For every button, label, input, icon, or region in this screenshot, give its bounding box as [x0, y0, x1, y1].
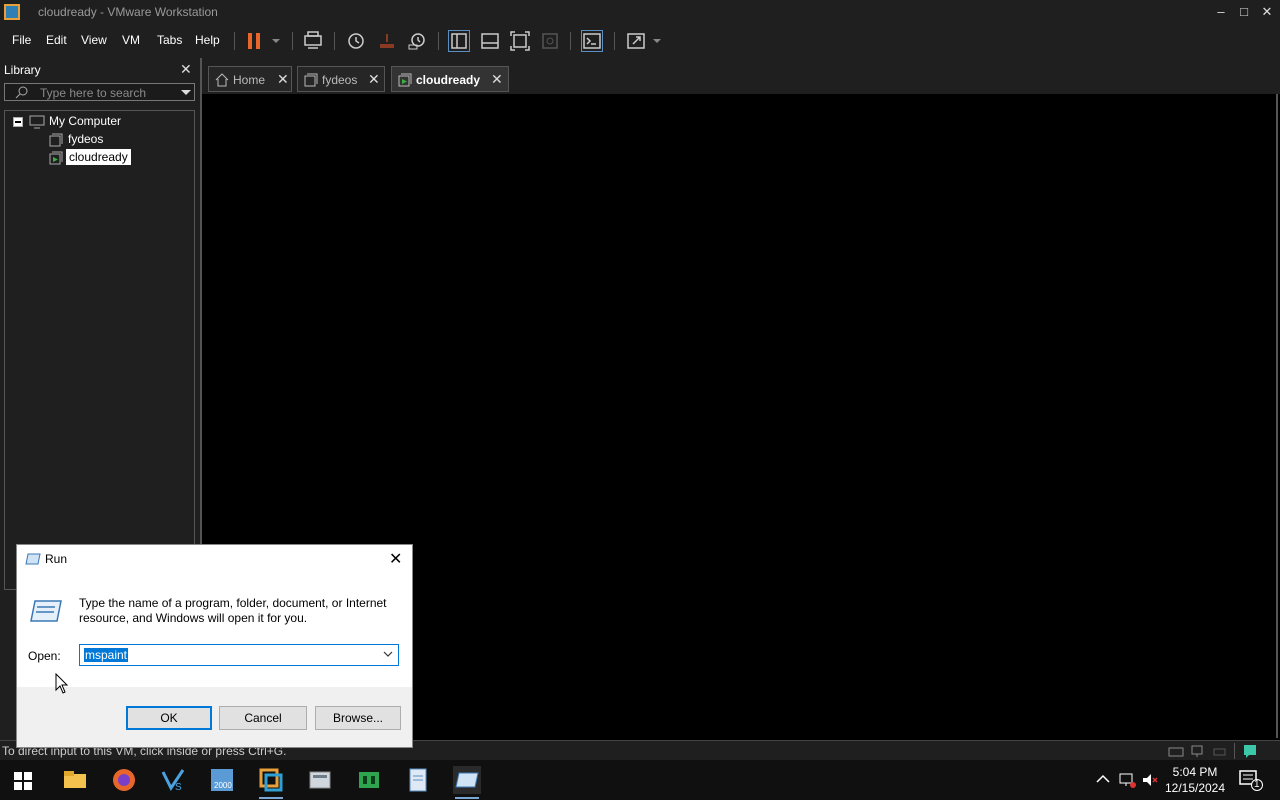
chevron-up-icon[interactable]	[1096, 774, 1110, 784]
home-icon	[215, 73, 229, 87]
stretch-icon[interactable]	[625, 30, 647, 52]
tab-fydeos[interactable]: fydeos ✕	[297, 66, 385, 92]
chevron-down-icon[interactable]	[181, 89, 191, 97]
toolbar-separator	[570, 32, 571, 50]
vm-running-icon	[398, 73, 412, 87]
collapse-icon[interactable]	[13, 117, 23, 127]
windows-start-icon[interactable]	[14, 772, 32, 790]
send-keys-icon[interactable]	[302, 30, 324, 52]
clock[interactable]: 5:04 PM 12/15/2024	[1160, 764, 1230, 796]
computer-icon	[29, 115, 45, 129]
thumbnail-bar-icon[interactable]	[479, 30, 501, 52]
network-status-icon[interactable]	[1118, 771, 1136, 789]
close-icon[interactable]: ✕	[180, 61, 192, 78]
run-description: Type the name of a program, folder, docu…	[79, 596, 387, 625]
close-button[interactable]: ✕	[1256, 2, 1278, 22]
tab-home[interactable]: Home ✕	[208, 66, 292, 92]
notepad-icon[interactable]	[404, 766, 432, 794]
chevron-down-icon[interactable]	[647, 30, 669, 52]
open-input-value[interactable]: mspaint	[84, 648, 129, 662]
browse-button[interactable]: Browse...	[315, 706, 401, 730]
close-icon[interactable]: ✕	[277, 71, 289, 88]
revert-snapshot-icon[interactable]	[376, 30, 398, 52]
close-icon[interactable]: ✕	[491, 71, 503, 88]
tab-strip: Home ✕ fydeos ✕ cloudready ✕	[200, 58, 1280, 94]
snapshot-manager-icon[interactable]	[406, 30, 428, 52]
run-dialog: Run ✕ Type the name of a program, folder…	[16, 544, 413, 748]
menu-toolbar: File Edit View VM Tabs Help	[0, 24, 1280, 58]
run-small-icon	[25, 553, 41, 565]
open-combobox[interactable]: mspaint	[79, 644, 399, 666]
ok-button[interactable]: OK	[126, 706, 212, 730]
pause-icon[interactable]	[244, 30, 266, 52]
vm-running-icon	[49, 151, 63, 165]
message-log-icon[interactable]	[1242, 743, 1258, 759]
menu-tabs[interactable]: Tabs	[157, 33, 182, 47]
toolbar-separator	[334, 32, 335, 50]
vmware-logo-icon	[4, 4, 20, 20]
tree-item-cloudready[interactable]: cloudready	[66, 149, 131, 165]
run-icon	[30, 600, 62, 622]
run-taskbar-icon[interactable]	[453, 766, 481, 799]
notification-count-badge: 1	[1251, 779, 1263, 791]
file-explorer-icon[interactable]	[61, 766, 89, 794]
visual-studio-icon[interactable]: S	[159, 766, 187, 794]
close-icon[interactable]: ✕	[368, 71, 380, 88]
library-title: Library	[4, 63, 41, 77]
window-title: cloudready - VMware Workstation	[38, 5, 218, 19]
tab-cloudready[interactable]: cloudready ✕	[391, 66, 509, 92]
hard-disk-icon[interactable]	[1168, 744, 1184, 758]
full-screen-icon[interactable]	[509, 30, 531, 52]
library-tree: My Computer fydeos cloudready	[4, 110, 195, 590]
clock-date: 12/15/2024	[1164, 781, 1226, 795]
toolbar-separator	[614, 32, 615, 50]
run-body	[17, 573, 412, 687]
green-app-icon[interactable]	[355, 766, 383, 794]
menu-vm[interactable]: VM	[122, 33, 140, 47]
title-bar: cloudready - VMware Workstation – □ ✕	[0, 0, 1280, 24]
toolbar-separator	[234, 32, 235, 50]
menu-edit[interactable]: Edit	[46, 33, 67, 47]
menu-help[interactable]: Help	[195, 33, 220, 47]
mouse-cursor-icon	[55, 673, 69, 694]
show-library-icon[interactable]	[448, 30, 470, 52]
search-icon	[15, 86, 28, 99]
close-icon[interactable]: ✕	[389, 549, 402, 569]
network-icon[interactable]	[1190, 744, 1206, 758]
menu-file[interactable]: File	[12, 33, 31, 47]
run-title-bar	[17, 545, 412, 573]
minimize-button[interactable]: –	[1210, 2, 1232, 22]
cancel-button[interactable]: Cancel	[219, 706, 307, 730]
toolbar-separator	[292, 32, 293, 50]
chevron-down-icon[interactable]	[382, 647, 394, 661]
volume-muted-icon[interactable]	[1141, 771, 1159, 789]
vm-icon	[49, 133, 63, 147]
vmware-icon[interactable]	[257, 766, 285, 799]
chevron-down-icon[interactable]	[266, 30, 288, 52]
app-icon[interactable]	[306, 766, 334, 794]
clock-time: 5:04 PM	[1172, 765, 1218, 779]
tree-item-my-computer[interactable]: My Computer	[49, 114, 121, 128]
vm-icon	[304, 73, 318, 87]
svg-text:S: S	[175, 782, 182, 793]
firefox-icon[interactable]	[110, 766, 138, 794]
open-label: Open:	[28, 649, 61, 663]
usb-icon[interactable]	[1212, 744, 1228, 758]
snapshot-icon[interactable]	[345, 30, 367, 52]
notification-center-icon[interactable]: 1	[1238, 769, 1263, 791]
snipping-icon[interactable]: 2000	[208, 766, 236, 794]
taskbar: S 2000 5:04 PM 12/15/2024 1	[0, 760, 1280, 800]
svg-text:2000: 2000	[214, 781, 232, 790]
toolbar-separator	[438, 32, 439, 50]
search-input[interactable]: Type here to search	[4, 83, 195, 101]
unity-icon[interactable]	[539, 30, 561, 52]
maximize-button[interactable]: □	[1233, 2, 1255, 22]
console-view-icon[interactable]	[581, 30, 603, 52]
run-title: Run	[45, 552, 68, 566]
search-placeholder: Type here to search	[40, 86, 147, 100]
tree-item-fydeos[interactable]: fydeos	[68, 132, 103, 146]
menu-view[interactable]: View	[81, 33, 107, 47]
status-separator	[1234, 743, 1235, 759]
